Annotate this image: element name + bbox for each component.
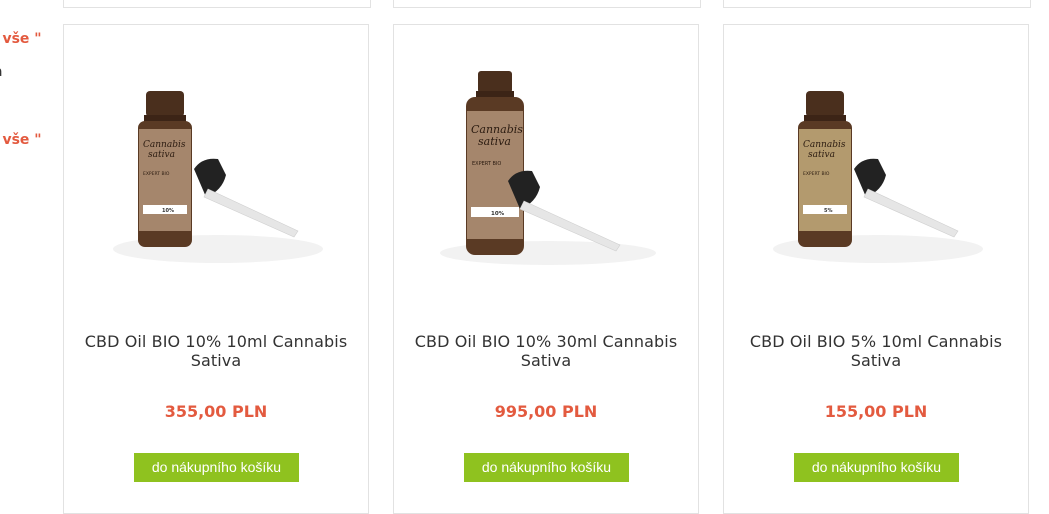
sidebar-show-all-link-1[interactable]: : vše " <box>0 31 42 47</box>
sidebar: : vše " a : vše " <box>0 0 60 497</box>
add-to-cart-button[interactable]: do nákupního košíku <box>464 453 629 482</box>
sidebar-show-all-link-2[interactable]: : vše " <box>0 132 42 148</box>
product-card[interactable]: Cannabis sativa EXPERT BIO 10% CBD Oil B… <box>63 24 369 514</box>
product-title[interactable]: CBD Oil BIO 10% 30ml Cannabis Sativa <box>404 332 688 370</box>
product-image[interactable]: Cannabis sativa EXPERT BIO 10% <box>438 71 656 271</box>
product-card[interactable]: Cannabis sativa EXPERT BIO 5% CBD Oil BI… <box>723 24 1029 514</box>
previous-product-card <box>723 0 1031 8</box>
add-to-cart-button[interactable]: do nákupního košíku <box>134 453 299 482</box>
add-to-cart-button[interactable]: do nákupního košíku <box>794 453 959 482</box>
svg-text:5%: 5% <box>824 208 833 214</box>
product-image[interactable]: Cannabis sativa EXPERT BIO 10% <box>108 71 326 271</box>
svg-text:10%: 10% <box>162 208 174 214</box>
svg-text:sativa: sativa <box>478 135 511 148</box>
previous-product-card <box>393 0 701 8</box>
svg-text:Cannabis: Cannabis <box>803 140 846 150</box>
sidebar-text-fragment: a <box>0 64 3 80</box>
svg-text:sativa: sativa <box>148 150 175 160</box>
svg-text:EXPERT BIO: EXPERT BIO <box>472 161 501 167</box>
svg-text:EXPERT BIO: EXPERT BIO <box>143 171 170 177</box>
product-price: 355,00 PLN <box>164 402 268 421</box>
svg-text:Cannabis: Cannabis <box>143 140 186 150</box>
previous-product-card <box>63 0 371 8</box>
svg-text:sativa: sativa <box>808 150 835 160</box>
svg-text:EXPERT BIO: EXPERT BIO <box>803 171 830 177</box>
product-title[interactable]: CBD Oil BIO 10% 10ml Cannabis Sativa <box>74 332 358 370</box>
product-title[interactable]: CBD Oil BIO 5% 10ml Cannabis Sativa <box>734 332 1018 370</box>
product-image[interactable]: Cannabis sativa EXPERT BIO 5% <box>768 71 986 271</box>
product-price: 155,00 PLN <box>824 402 928 421</box>
svg-text:10%: 10% <box>491 211 505 217</box>
product-card[interactable]: Cannabis sativa EXPERT BIO 10% CBD Oil B… <box>393 24 699 514</box>
product-price: 995,00 PLN <box>494 402 598 421</box>
